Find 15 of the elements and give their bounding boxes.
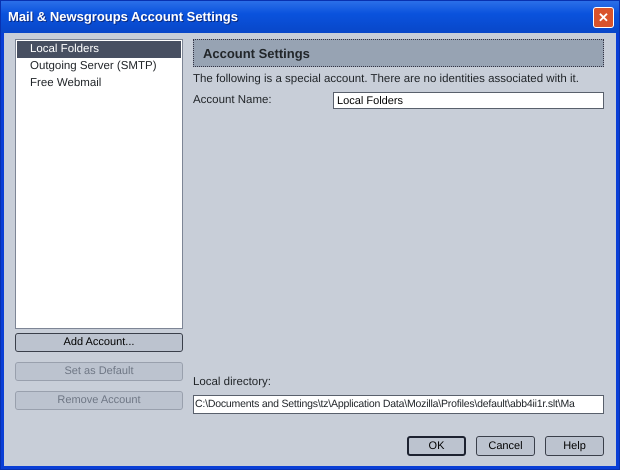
window-title: Mail & Newsgroups Account Settings (8, 8, 238, 26)
field-label: Account Name: (193, 93, 273, 108)
account-name-field[interactable]: Local Folders (333, 92, 604, 110)
dialog-button[interactable]: Cancel (476, 436, 535, 456)
account-item[interactable]: Local Folders (17, 41, 181, 58)
local-directory-field[interactable]: C:\Documents and Settings\tz\Application Data\Mozilla\Profiles\default\abb4ii1r.slt\Ma (193, 395, 604, 414)
account-item[interactable]: Outgoing Server (SMTP) (17, 58, 181, 75)
panel-heading: Account Settings (193, 39, 604, 67)
account-button[interactable]: Add Account... (15, 333, 183, 352)
close-button[interactable]: ✕ (593, 6, 614, 28)
description-text: The following is a special account. There are no identities associated with it. (193, 72, 580, 87)
dialog-button[interactable]: OK (407, 436, 466, 456)
dialog-button[interactable]: Help (545, 436, 604, 456)
account-item[interactable]: Free Webmail (17, 75, 181, 92)
field-label: Local directory: (193, 374, 272, 390)
